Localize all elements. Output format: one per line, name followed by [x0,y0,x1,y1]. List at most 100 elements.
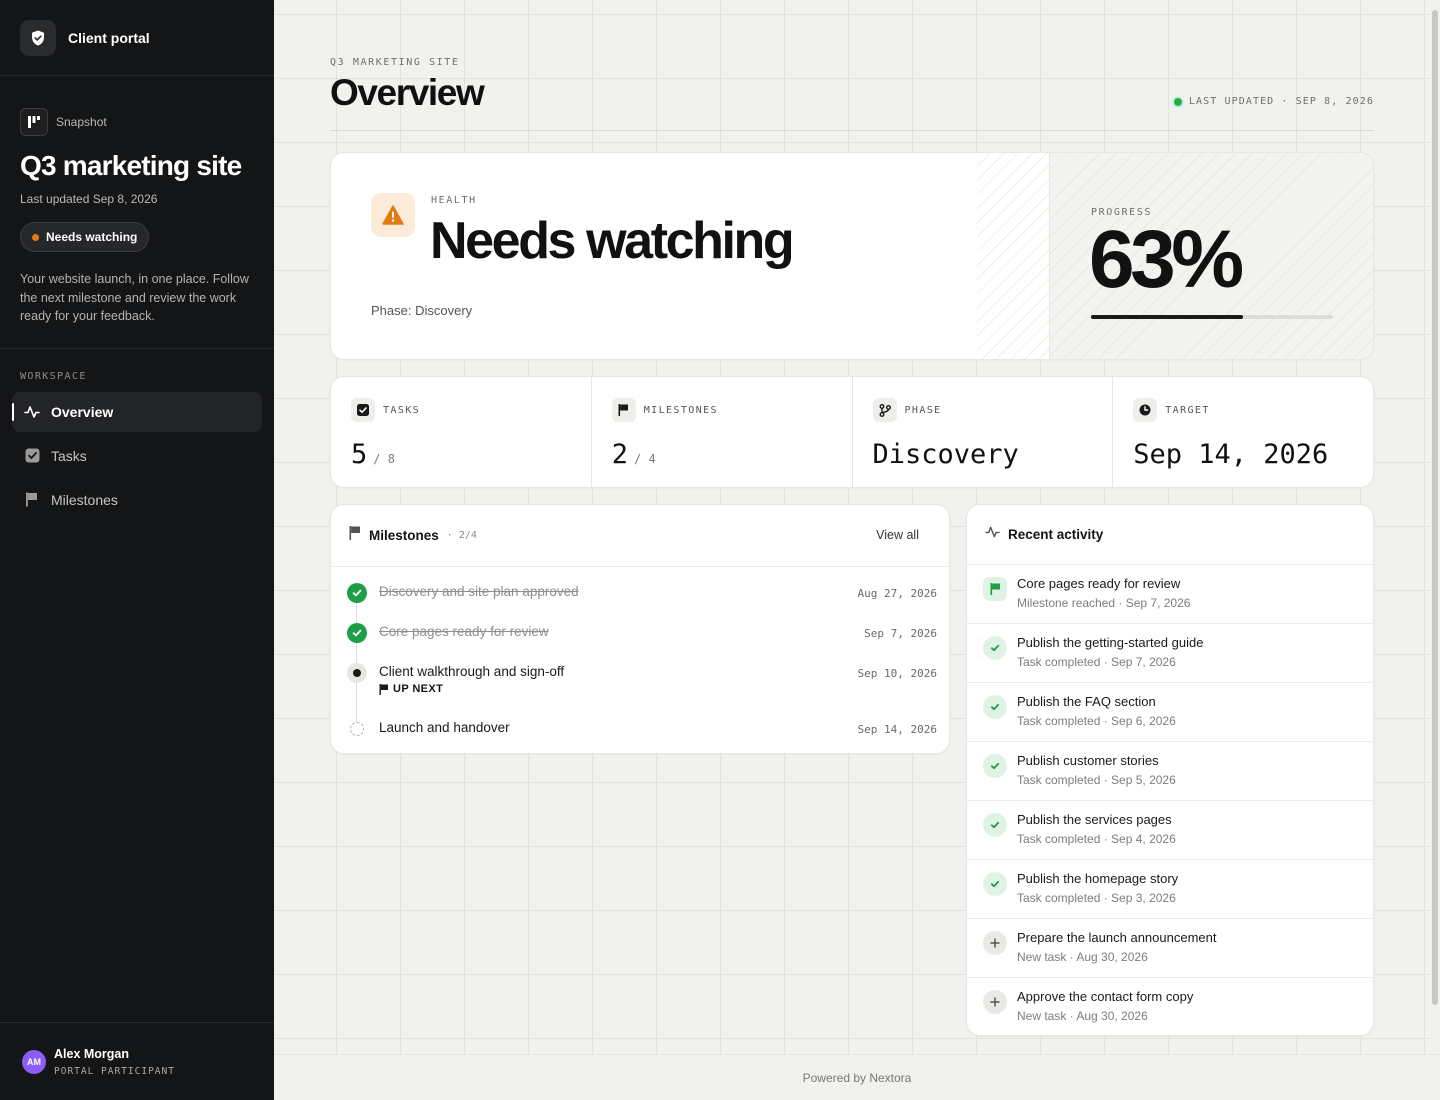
health-panel: HEALTH Needs watching Phase: Discovery [331,153,1049,359]
check-icon [983,636,1007,660]
activity-meta: New task · Aug 30, 2026 [1017,1009,1148,1023]
activity-item[interactable]: Prepare the launch announcement New task … [967,919,1373,978]
stat-value: Discovery [872,439,1019,470]
project-title: Q3 marketing site [20,150,242,181]
page-title: Overview [330,72,485,113]
flag-icon [379,683,389,695]
activity-meta: New task · Aug 30, 2026 [1017,950,1148,964]
scrollbar-thumb[interactable] [1432,10,1438,1005]
flag-icon [611,398,636,422]
milestone-date: Sep 14, 2026 [857,723,937,736]
stat-value: 2 / 4 [612,439,656,470]
activity-item[interactable]: Publish the services pages Task completed… [967,801,1373,860]
milestones-header: Milestones · 2/4 View all [331,505,949,567]
milestones-card: Milestones · 2/4 View all Discovery and … [330,504,950,754]
sidebar-item-overview[interactable]: Overview [12,391,262,432]
nav-section-label: WORKSPACE [20,370,87,382]
activity-icon [985,525,1000,544]
up-next-badge: UP NEXT [379,683,443,695]
sidebar-nav: Overview Tasks Milestones [0,391,274,520]
check-circle-icon [347,583,367,603]
milestones-title: Milestones [369,528,439,543]
activity-meta: Milestone reached · Sep 7, 2026 [1017,596,1191,610]
status-badge-label: Needs watching [46,230,138,244]
stat-tasks: TASKS 5 / 8 [331,377,592,487]
check-icon [983,872,1007,896]
phase-text: Phase: Discovery [371,303,473,318]
snapshot-label: Snapshot [56,115,107,129]
activity-item[interactable]: Approve the contact form copy New task · … [967,978,1373,1035]
stat-value-total: / 4 [634,452,656,466]
brand[interactable]: Client portal [0,0,274,76]
kanban-icon [20,108,48,136]
view-all-link[interactable]: View all [876,528,919,542]
hatch-decoration [977,153,1049,359]
milestone-date: Aug 27, 2026 [857,587,937,600]
brand-name: Client portal [68,29,150,46]
milestone-date: Sep 10, 2026 [857,667,937,680]
progress-bar [1091,315,1333,319]
check-icon [983,813,1007,837]
project-description: Your website launch, in one place. Follo… [20,272,249,323]
milestone-date: Sep 7, 2026 [864,627,937,640]
project-snapshot: Snapshot Q3 marketing site Last updated … [0,76,274,349]
footer-text: Powered by Nextora [802,1070,912,1085]
main-content: Q3 MARKETING SITE Overview LAST UPDATED … [274,0,1440,1100]
stat-label: MILESTONES [643,405,718,416]
stat-value-main: 5 [351,439,368,470]
checkbox-icon [23,447,41,465]
stat-label: PHASE [904,405,942,416]
stat-milestones: MILESTONES 2 / 4 [592,377,853,487]
footer: Powered by Nextora [274,1054,1440,1100]
stat-value-main: 2 [611,439,629,470]
clock-icon [1133,398,1158,422]
activity-title: Recent activity [1008,527,1104,542]
progress-panel: PROGRESS 63% [1049,153,1373,359]
milestone-name: Client walkthrough and sign-off [379,664,565,679]
activity-meta: Task completed · Sep 6, 2026 [1017,714,1176,728]
activity-meta: Task completed · Sep 5, 2026 [1017,773,1176,787]
activity-name: Publish the FAQ section [1017,694,1156,709]
activity-card: Recent activity Core pages ready for rev… [966,504,1374,1036]
avatar: AM [22,1049,46,1074]
activity-meta: Task completed · Sep 7, 2026 [1017,655,1176,669]
activity-item[interactable]: Publish the FAQ section Task completed · … [967,683,1373,742]
user-name: Alex Morgan [54,1046,130,1061]
project-last-updated: Last updated Sep 8, 2026 [20,192,158,206]
user-profile[interactable]: AM Alex Morgan PORTAL PARTICIPANT [0,1022,274,1100]
milestones-count: · 2/4 [446,530,477,541]
user-role: PORTAL PARTICIPANT [54,1065,175,1077]
flag-icon [349,526,361,545]
activity-header: Recent activity [967,505,1373,565]
branch-icon [872,398,897,422]
pending-circle-icon [350,722,364,736]
sidebar: Client portal Snapshot Q3 marketing site… [0,0,274,1100]
stat-label: TASKS [383,405,421,416]
check-icon [983,695,1007,719]
activity-item[interactable]: Publish the homepage story Task completed… [967,860,1373,919]
stat-target: TARGET Sep 14, 2026 [1113,377,1373,487]
plus-icon [983,931,1007,955]
sidebar-item-tasks[interactable]: Tasks [12,436,262,476]
activity-item[interactable]: Publish customer stories Task completed ·… [967,742,1373,801]
stat-label: TARGET [1165,405,1210,416]
status-badge: Needs watching [20,222,150,252]
activity-name: Prepare the launch announcement [1017,930,1217,945]
activity-name: Publish the homepage story [1017,871,1179,886]
health-card: HEALTH Needs watching Phase: Discovery P… [330,152,1374,360]
header-divider [330,130,1374,131]
last-updated-indicator: LAST UPDATED · SEP 8, 2026 [1173,96,1374,107]
activity-item[interactable]: Core pages ready for review Milestone rea… [967,565,1373,624]
activity-meta: Task completed · Sep 3, 2026 [1017,891,1176,905]
stat-value: 5 / 8 [351,439,395,470]
sidebar-item-label: Overview [51,403,114,420]
warning-icon [371,193,415,237]
status-dot [32,233,39,241]
sidebar-item-milestones[interactable]: Milestones [12,480,262,520]
scrollbar[interactable] [1430,0,1440,1054]
activity-item[interactable]: Publish the getting-started guide Task co… [967,624,1373,683]
check-circle-icon [347,623,367,643]
activity-list: Core pages ready for review Milestone rea… [967,565,1373,1035]
activity-name: Publish the services pages [1017,812,1172,827]
last-updated-text: LAST UPDATED · SEP 8, 2026 [1188,96,1374,107]
